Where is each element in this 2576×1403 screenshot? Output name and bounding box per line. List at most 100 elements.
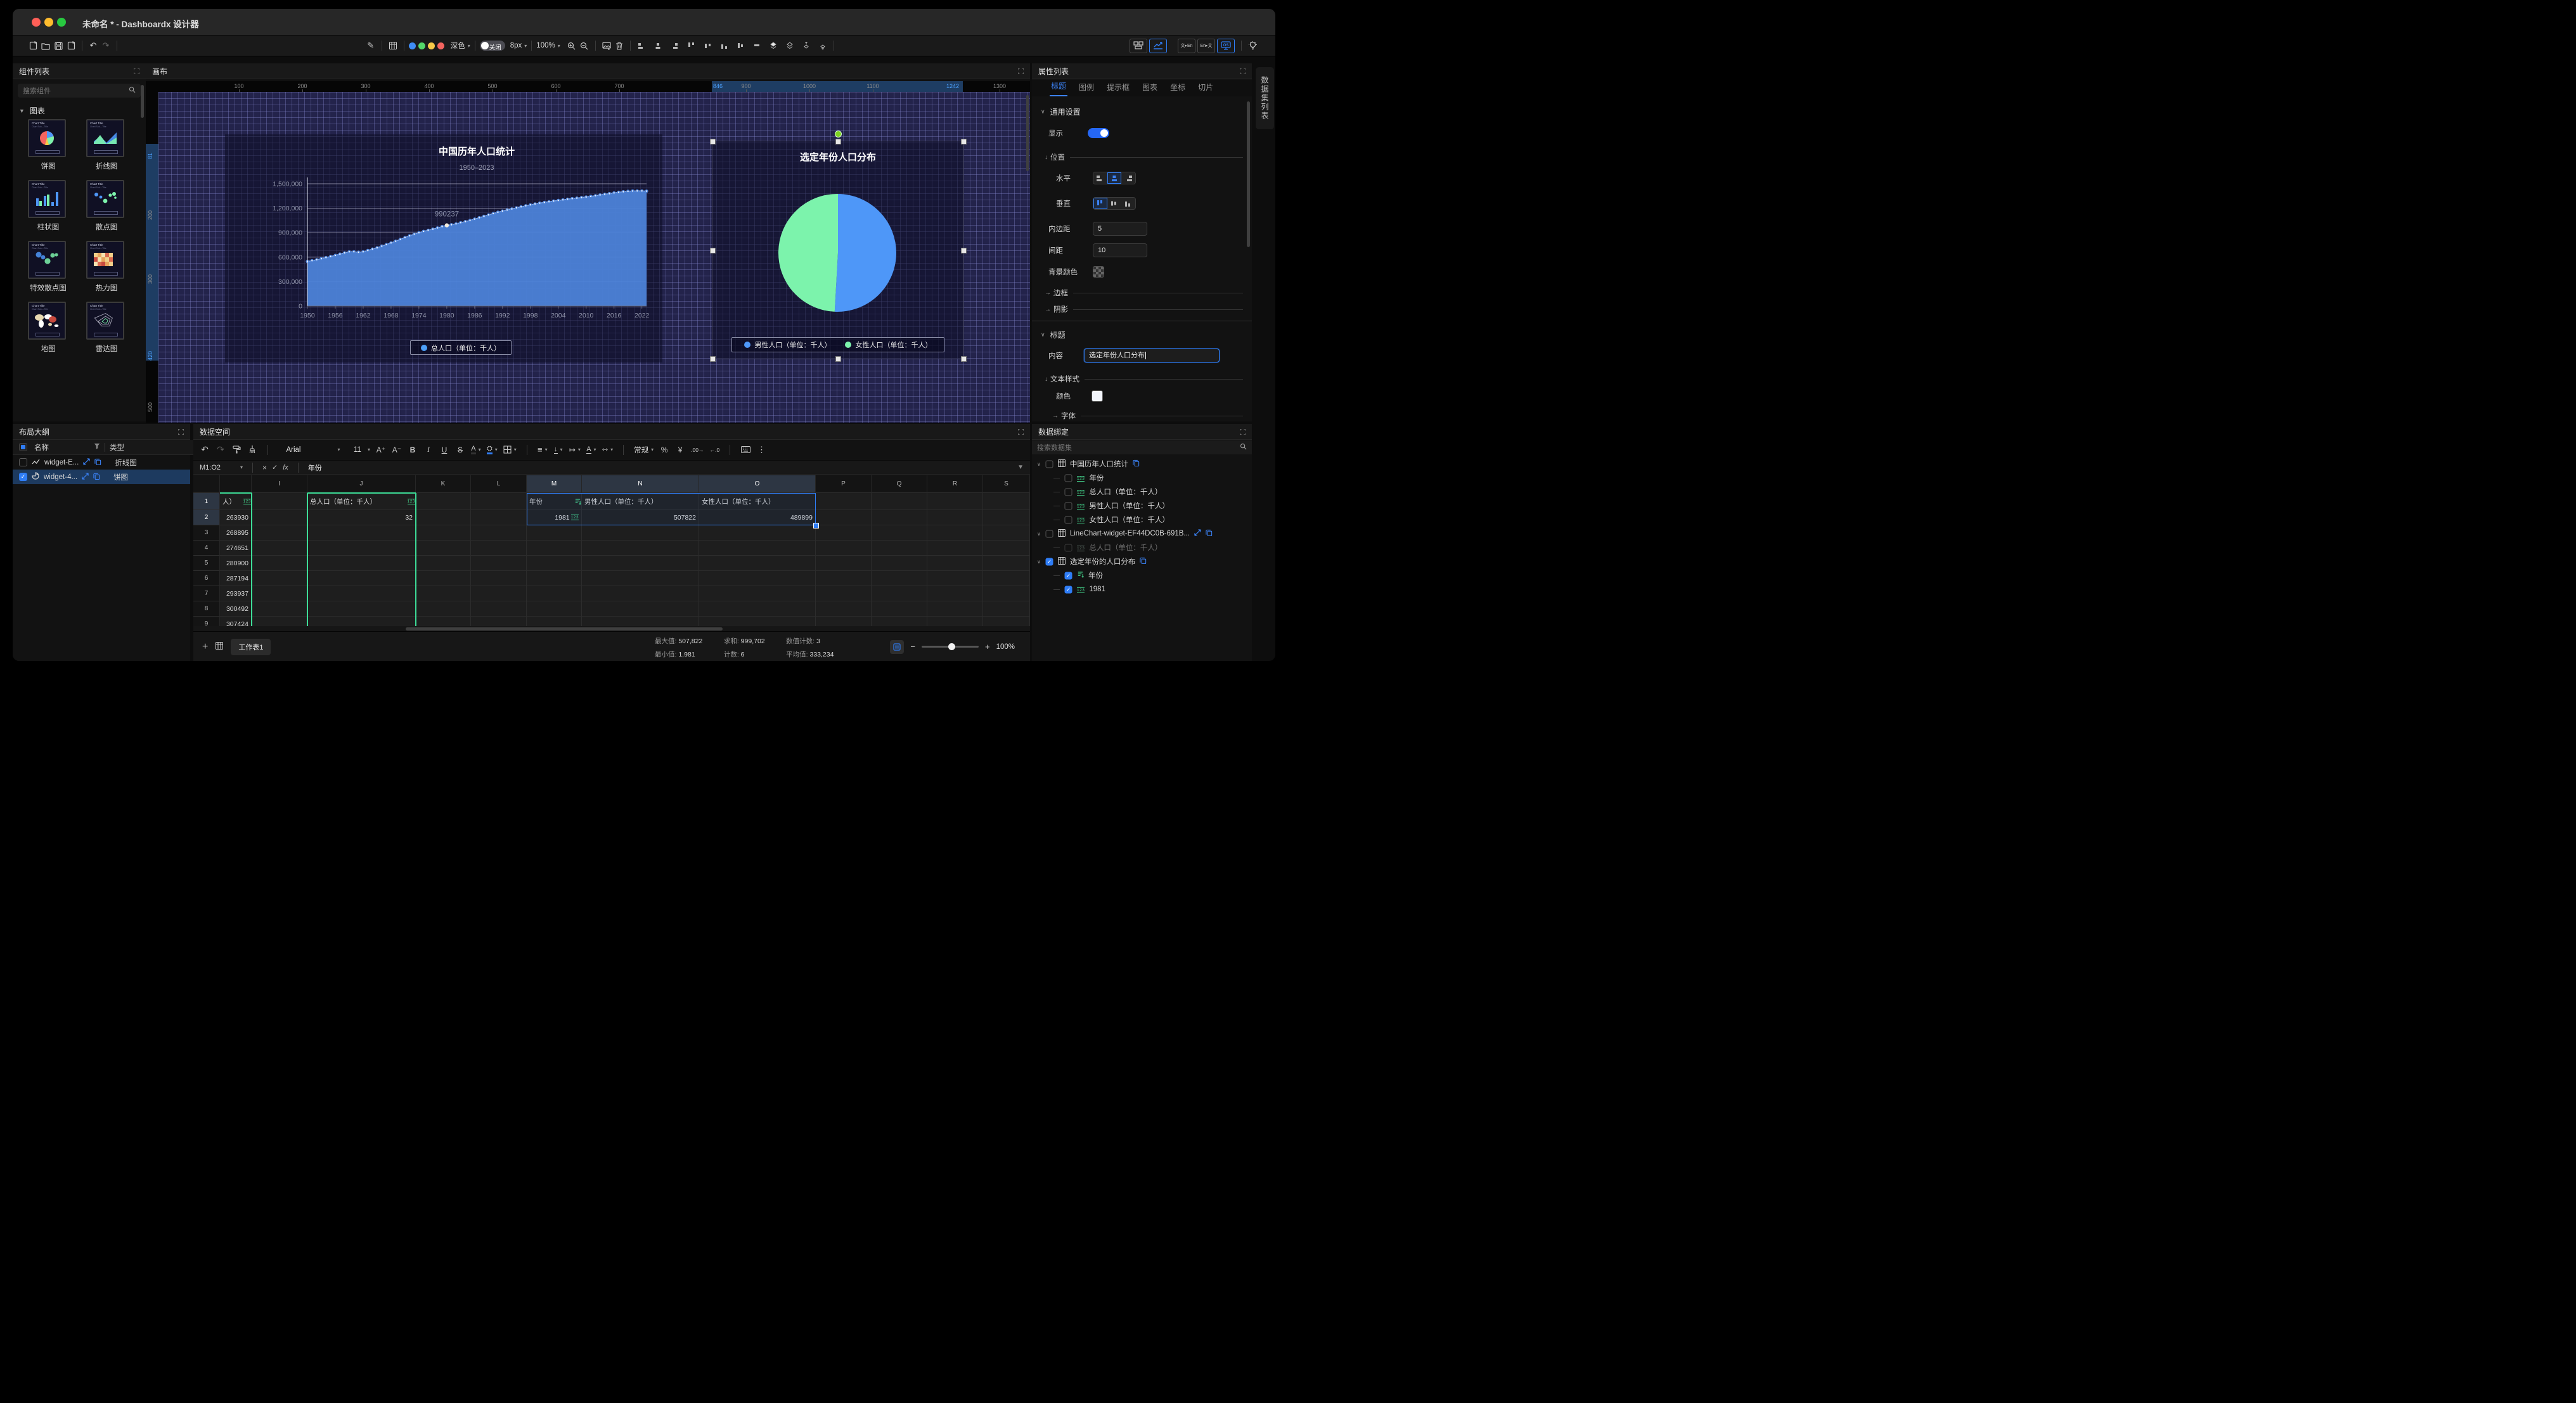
translate-cn-en-button[interactable]: 文▸En [1178, 39, 1195, 53]
select-all-checkbox[interactable] [19, 443, 27, 451]
redo-icon[interactable]: ↷ [216, 444, 226, 456]
new-file-icon[interactable] [27, 39, 39, 52]
sheet-cell-L7[interactable] [471, 586, 527, 601]
sidebar-item-bubble[interactable]: Chart TitleChart Sub—Title特效散点图 [28, 241, 68, 293]
row-header-8[interactable]: 8 [193, 601, 220, 617]
column-header-R[interactable]: R [927, 475, 983, 493]
grid-size-select[interactable]: 8px [510, 42, 522, 49]
sidebar-item-scatter[interactable]: Chart TitleChart Sub—Title散点图 [86, 180, 127, 232]
sheet-cell-Q6[interactable] [872, 571, 927, 586]
sheet-cell-R5[interactable] [927, 556, 983, 571]
more-options-icon[interactable]: ⋮ [756, 444, 766, 456]
confirm-icon[interactable]: ✓ [272, 463, 278, 471]
sheet-cell-O9[interactable] [699, 617, 816, 626]
sheet-cell-S3[interactable] [983, 525, 1030, 541]
sidebar-item-radar[interactable]: Chart TitleChart Sub—Title雷达图 [86, 302, 127, 354]
sheet-cell-R9[interactable] [927, 617, 983, 626]
sheet-cell-R4[interactable] [927, 541, 983, 556]
sheet-cell-I7[interactable] [252, 586, 307, 601]
align-vt-option[interactable] [1093, 198, 1107, 209]
sheet-cell-Q7[interactable] [872, 586, 927, 601]
sheet-cell-N5[interactable] [582, 556, 699, 571]
selection-handle[interactable] [710, 356, 716, 362]
close-window-button[interactable] [32, 18, 41, 27]
font-family-select[interactable]: Arial▾ [278, 444, 348, 456]
sheet-cell-L1[interactable] [471, 493, 527, 510]
show-toggle[interactable] [1088, 128, 1109, 138]
sheet-cell-R7[interactable] [927, 586, 983, 601]
sheet-cell-I8[interactable] [252, 601, 307, 617]
sheet-cell-P1[interactable] [816, 493, 872, 510]
sheet-cell-Q5[interactable] [872, 556, 927, 571]
tree-row[interactable]: ✓年份 [1032, 568, 1252, 582]
expand-panel-icon[interactable] [1018, 68, 1024, 74]
sheet-cell-J5[interactable] [307, 556, 416, 571]
sheet-cell-I3[interactable] [252, 525, 307, 541]
tree-checkbox[interactable]: ✓ [1065, 586, 1072, 593]
tree-checkbox[interactable] [1065, 544, 1072, 551]
dataset-list-tab[interactable]: 数据集列表 [1256, 67, 1274, 129]
title-content-input[interactable]: 选定年份人口分布 [1084, 349, 1220, 362]
row-header-2[interactable]: 2 [193, 510, 220, 525]
sheet-cell-P2[interactable] [816, 510, 872, 525]
expand-panel-icon[interactable] [1018, 429, 1024, 435]
row-header-1[interactable]: 1 [193, 493, 220, 510]
sheet-cell-I5[interactable] [252, 556, 307, 571]
sheet-cell-K2[interactable] [416, 510, 471, 525]
sheet-cell-J3[interactable] [307, 525, 416, 541]
vertical-align-segmented[interactable] [1093, 197, 1136, 210]
align-hr2-option[interactable] [1121, 172, 1135, 184]
tab-切片[interactable]: 切片 [1197, 82, 1214, 96]
theme-color-yellow[interactable] [428, 42, 435, 49]
zoom-out-icon[interactable] [578, 39, 591, 52]
row-header-3[interactable]: 3 [193, 525, 220, 541]
percent-format-icon[interactable]: % [659, 444, 669, 456]
tree-checkbox[interactable] [1065, 474, 1072, 482]
sheet-cell-L2[interactable] [471, 510, 527, 525]
sheet-cell-K9[interactable] [416, 617, 471, 626]
tree-checkbox[interactable]: ✓ [1065, 572, 1072, 579]
move-down-icon[interactable] [816, 39, 829, 52]
currency-format-icon[interactable]: ¥ [675, 444, 685, 456]
column-header-M[interactable]: M [527, 475, 582, 493]
sheet-cell-J8[interactable] [307, 601, 416, 617]
sign-pen-icon[interactable]: ✎ [364, 39, 377, 52]
sheet-list-icon[interactable] [216, 641, 223, 653]
canvas-grid[interactable]: 中国历年人口统计1950–20230300,000600,000900,0001… [158, 92, 1030, 423]
copy-icon[interactable] [1206, 529, 1213, 538]
row-header-9[interactable]: 9 [193, 617, 220, 626]
undo-icon[interactable]: ↶ [200, 444, 210, 456]
sheet-cell-I6[interactable] [252, 571, 307, 586]
row-header-7[interactable]: 7 [193, 586, 220, 601]
expand-panel-icon[interactable] [178, 429, 184, 435]
rotate-handle[interactable] [835, 131, 842, 138]
sidebar-scrollbar[interactable] [141, 85, 144, 118]
sheet-cell-J6[interactable] [307, 571, 416, 586]
align-distribute-icon-2[interactable] [652, 39, 664, 52]
copy-icon[interactable] [1133, 459, 1140, 468]
column-header-partial[interactable] [220, 475, 252, 493]
sheet-cell-J7[interactable] [307, 586, 416, 601]
sheet-cell-O6[interactable] [699, 571, 816, 586]
align-vb-option[interactable] [1121, 198, 1135, 209]
tree-checkbox[interactable] [1065, 516, 1072, 523]
minimize-window-button[interactable] [44, 18, 53, 27]
decrease-decimal-icon[interactable]: ←.0 [709, 444, 719, 456]
outline-row[interactable]: widget-E...折线图 [13, 455, 190, 470]
row-checkbox[interactable] [19, 458, 27, 466]
sheet-cell-H7[interactable]: 293937 [220, 586, 252, 601]
sheet-cell-M7[interactable] [527, 586, 582, 601]
sheet-cell-Q1[interactable] [872, 493, 927, 510]
sheet-cell-O5[interactable] [699, 556, 816, 571]
tab-图表[interactable]: 图表 [1141, 82, 1159, 96]
zoom-slider[interactable] [922, 646, 979, 648]
sheet-cell-S1[interactable] [983, 493, 1030, 510]
selection-handle[interactable] [961, 356, 967, 362]
text-wrap-icon[interactable]: ↦▾ [569, 444, 581, 456]
os-theme-button[interactable]: OS [1217, 39, 1235, 53]
tree-checkbox[interactable] [1045, 460, 1053, 468]
row-header-6[interactable]: 6 [193, 571, 220, 586]
tree-row[interactable]: 123女性人口（单位：千人） [1032, 513, 1252, 527]
tree-row[interactable]: 123年份 [1032, 471, 1252, 485]
tab-标题[interactable]: 标题 [1050, 80, 1067, 96]
